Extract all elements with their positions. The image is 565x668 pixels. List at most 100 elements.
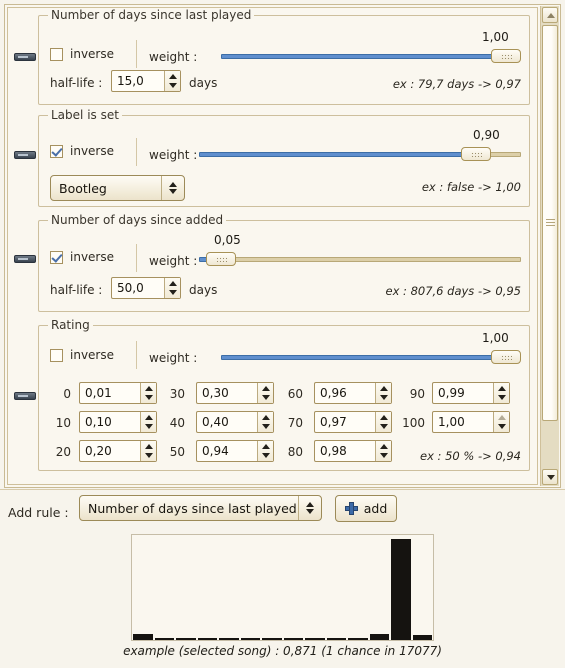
slider-knob-3[interactable]	[491, 350, 521, 364]
weight-slider-2[interactable]	[199, 250, 521, 268]
checkbox-box-0[interactable]	[50, 47, 63, 61]
add-rule-combo[interactable]: Number of days since last played	[79, 495, 322, 521]
weight-slider-3[interactable]	[221, 348, 521, 366]
rating-value-5[interactable]: 0,94	[197, 441, 257, 461]
rating-value-0[interactable]: 0,01	[80, 383, 140, 403]
weight-label-1: weight :	[149, 148, 198, 162]
rating-spinner-down-0[interactable]	[141, 393, 156, 403]
combo-updown-arrows-icon-1[interactable]	[161, 176, 184, 200]
rating-spinner-5[interactable]: 0,94	[196, 440, 274, 462]
rating-spinner-up-4[interactable]	[258, 412, 273, 422]
halflife-value-2[interactable]: 50,0	[112, 278, 164, 298]
rating-key-10: 100	[402, 416, 425, 430]
rating-value-7[interactable]: 0,97	[315, 412, 375, 432]
histogram-bar	[369, 633, 389, 640]
scroll-down-button[interactable]	[542, 469, 558, 485]
rating-spinner-up-0[interactable]	[141, 383, 156, 393]
rule-drag-handle-3[interactable]	[14, 392, 36, 400]
checkbox-box-3[interactable]	[50, 348, 63, 362]
rating-spinner-down-2[interactable]	[141, 451, 156, 461]
spinner-up-icon-2[interactable]	[165, 278, 180, 288]
histogram-bar	[219, 638, 239, 640]
checkbox-box-2[interactable]	[50, 250, 63, 264]
spinner-up-icon-0[interactable]	[165, 71, 180, 81]
inverse-label-0: inverse	[70, 47, 114, 61]
rating-spinner-down-1[interactable]	[141, 422, 156, 432]
rating-value-2[interactable]: 0,20	[80, 441, 140, 461]
histogram-bar	[133, 633, 153, 640]
halflife-spinner-0[interactable]: 15,0	[111, 70, 181, 92]
weight-value-3: 1,00	[482, 331, 509, 345]
rating-spinner-down-9[interactable]	[494, 393, 509, 403]
rule-drag-handle-1[interactable]	[14, 151, 36, 159]
rating-spinner-down-8[interactable]	[376, 451, 391, 461]
rating-value-6[interactable]: 0,96	[315, 383, 375, 403]
rule-title-2: Number of days since added	[48, 213, 227, 227]
rating-spinner-7[interactable]: 0,97	[314, 411, 392, 433]
spinner-buttons-0[interactable]	[164, 71, 180, 91]
rating-spinner-9[interactable]: 0,99	[432, 382, 510, 404]
rating-spinner-up-8[interactable]	[376, 441, 391, 451]
rule-drag-handle-2[interactable]	[14, 255, 36, 263]
histogram-bar	[305, 638, 325, 640]
rating-spinner-down-3[interactable]	[258, 393, 273, 403]
scrollbar-thumb[interactable]	[542, 25, 558, 421]
halflife-value-0[interactable]: 15,0	[112, 71, 164, 91]
histogram-bar	[326, 638, 346, 640]
rating-spinner-up-7[interactable]	[376, 412, 391, 422]
checkbox-box-1[interactable]	[50, 144, 63, 158]
rating-spinner-4[interactable]: 0,40	[196, 411, 274, 433]
rating-spinner-6[interactable]: 0,96	[314, 382, 392, 404]
rating-spinner-10[interactable]: 1,00	[432, 411, 510, 433]
rating-value-1[interactable]: 0,10	[80, 412, 140, 432]
rating-value-4[interactable]: 0,40	[197, 412, 257, 432]
rating-spinner-down-4[interactable]	[258, 422, 273, 432]
label-combo-1[interactable]: Bootleg	[50, 175, 185, 201]
rating-spinner-up-1[interactable]	[141, 412, 156, 422]
rating-spinner-down-6[interactable]	[376, 393, 391, 403]
rating-value-10[interactable]: 1,00	[433, 412, 493, 432]
rating-spinner-down-5[interactable]	[258, 451, 273, 461]
rating-key-3: 30	[169, 387, 185, 401]
rating-value-9[interactable]: 0,99	[433, 383, 493, 403]
rules-vertical-scrollbar[interactable]	[540, 6, 559, 486]
rating-spinner-up-5[interactable]	[258, 441, 273, 451]
halflife-spinner-2[interactable]: 50,0	[111, 277, 181, 299]
weight-slider-0[interactable]	[221, 47, 521, 65]
rating-spinner-up-9[interactable]	[494, 383, 509, 393]
rating-key-4: 40	[169, 416, 185, 430]
slider-knob-0[interactable]	[491, 49, 521, 63]
rating-spinner-8[interactable]: 0,98	[314, 440, 392, 462]
weight-label-2: weight :	[149, 254, 198, 268]
slider-knob-1[interactable]	[461, 147, 491, 161]
rating-spinner-down-10[interactable]	[494, 422, 509, 432]
add-rule-button[interactable]: add	[335, 495, 397, 522]
histogram-bar	[412, 634, 432, 640]
rule-group-0: Number of days since last played inverse…	[38, 8, 530, 105]
rating-spinner-up-2[interactable]	[141, 441, 156, 451]
rating-spinner-up-3[interactable]	[258, 383, 273, 393]
rating-value-3[interactable]: 0,30	[197, 383, 257, 403]
combo-updown-arrows-icon[interactable]	[298, 496, 321, 520]
spinner-buttons-2[interactable]	[164, 278, 180, 298]
rating-spinner-down-7[interactable]	[376, 422, 391, 432]
rating-value-8[interactable]: 0,98	[315, 441, 375, 461]
rating-spinner-1[interactable]: 0,10	[79, 411, 157, 433]
spinner-down-icon-0[interactable]	[165, 81, 180, 91]
scroll-up-button[interactable]	[542, 7, 558, 23]
rating-spinner-3[interactable]: 0,30	[196, 382, 274, 404]
slider-knob-2[interactable]	[206, 252, 236, 266]
inverse-checkbox-2[interactable]: inverse	[50, 250, 114, 264]
slider-track-2	[219, 257, 521, 262]
inverse-checkbox-0[interactable]: inverse	[50, 47, 114, 61]
inverse-checkbox-3[interactable]: inverse	[50, 348, 114, 362]
rating-spinner-2[interactable]: 0,20	[79, 440, 157, 462]
halflife-label-2: half-life :	[50, 283, 103, 297]
spinner-down-icon-2[interactable]	[165, 288, 180, 298]
rating-spinner-0[interactable]: 0,01	[79, 382, 157, 404]
rule-group-1: Label is set inverse weight : 0,90 Bootl…	[38, 108, 530, 207]
weight-slider-1[interactable]	[199, 145, 521, 163]
rating-spinner-up-6[interactable]	[376, 383, 391, 393]
rule-drag-handle-0[interactable]	[14, 53, 36, 61]
inverse-checkbox-1[interactable]: inverse	[50, 144, 114, 158]
